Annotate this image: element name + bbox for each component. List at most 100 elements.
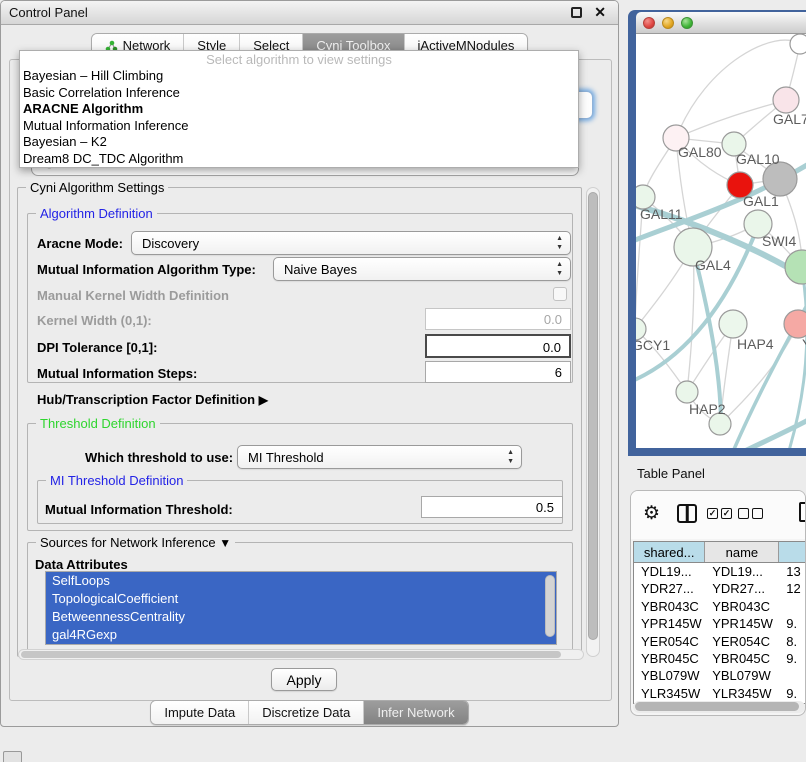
table-row[interactable]: YBL079WYBL079W (634, 667, 806, 684)
table-cell: YBL079W (705, 667, 779, 684)
table-row[interactable]: YLR345WYLR345W9. (634, 685, 806, 702)
list-item-gal4rgexp[interactable]: gal4RGexp (46, 626, 556, 644)
sources-group-title[interactable]: Sources for Network Inference ▼ (36, 535, 235, 550)
table-cell: YDR27... (634, 580, 705, 597)
network-node[interactable] (784, 310, 806, 338)
checked-checkbox-icon[interactable]: ✓ (707, 508, 718, 519)
table-panel-card: ⚙ ✓ ✓ shared... name YDL19...YDL19...13Y… (630, 490, 806, 716)
close-traffic-light-icon[interactable] (643, 17, 655, 29)
node-table: shared... name YDL19...YDL19...13YDR27..… (633, 541, 806, 704)
network-node[interactable] (676, 381, 698, 403)
columns-icon[interactable] (677, 504, 697, 523)
table-row[interactable]: YBR045CYBR045C9. (634, 650, 806, 667)
minimize-traffic-light-icon[interactable] (662, 17, 674, 29)
aracne-mode-combo[interactable]: Discovery ▲▼ (131, 231, 571, 255)
tab-impute-data[interactable]: Impute Data (151, 701, 248, 724)
popup-item-bayesian-k2[interactable]: Bayesian – K2 (20, 134, 578, 151)
table-cell: YLR345W (634, 685, 705, 702)
mi-steps-field[interactable]: 6 (425, 361, 571, 383)
table-cell: YDL19... (634, 563, 705, 580)
table-cell: YBL079W (634, 667, 705, 684)
network-node-label: GAL11 (640, 206, 683, 222)
table-row[interactable]: YBR043CYBR043C (634, 598, 806, 615)
unchecked-checkbox-icon[interactable] (738, 508, 749, 519)
column-header-shared-name[interactable]: shared... (634, 542, 705, 562)
sources-title-text: Sources for Network Inference (40, 535, 216, 550)
control-panel-window: Control Panel ✕ Network Style Sel (0, 0, 619, 727)
minimized-window-icon[interactable] (3, 751, 22, 762)
network-window-titlebar[interactable] (636, 12, 806, 34)
hub-definition-label: Hub/Transcription Factor Definition (37, 392, 255, 407)
network-node[interactable] (790, 34, 806, 54)
list-scrollbar-thumb[interactable] (545, 575, 555, 637)
window-title: Control Panel (9, 5, 88, 20)
popup-item-basic-correlation[interactable]: Basic Correlation Inference (20, 85, 578, 102)
float-window-icon[interactable] (571, 7, 582, 18)
tab-infer-network[interactable]: Infer Network (363, 701, 467, 724)
table-row[interactable]: YPR145WYPR145W9. (634, 615, 806, 632)
network-node-label: GAL80 (678, 144, 722, 160)
network-node[interactable] (763, 162, 797, 196)
mi-threshold-value: 0.5 (536, 500, 554, 515)
network-view-window: GAL7GAL80GAL10GAL1GAL11SWI4GAL4GCY1HAP4Y… (628, 10, 806, 456)
checked-checkbox-icon[interactable]: ✓ (721, 508, 732, 519)
settings-horizontal-scrollbar[interactable] (18, 649, 584, 660)
popup-item-mutual-information[interactable]: Mutual Information Inference (20, 118, 578, 135)
gear-icon[interactable]: ⚙ (643, 502, 660, 525)
network-node[interactable] (719, 310, 747, 338)
kernel-width-field[interactable]: 0.0 (425, 308, 571, 330)
app-root: Control Panel ✕ Network Style Sel (0, 0, 806, 762)
table-cell: YLR345W (705, 685, 779, 702)
dpi-tolerance-label: DPI Tolerance [0,1]: (37, 340, 157, 355)
mi-type-combo[interactable]: Naive Bayes ▲▼ (273, 257, 571, 281)
aracne-mode-value: Discovery (142, 236, 199, 251)
document-icon[interactable] (799, 502, 806, 522)
network-node[interactable] (785, 250, 806, 284)
network-node-label: GAL10 (736, 151, 780, 167)
network-node[interactable] (773, 87, 799, 113)
tab-label: Discretize Data (262, 705, 350, 720)
tab-discretize-data[interactable]: Discretize Data (248, 701, 363, 724)
table-cell: YDL19... (705, 563, 779, 580)
table-row[interactable]: YER054CYER054C8. (634, 633, 806, 650)
popup-item-aracne[interactable]: ARACNE Algorithm (20, 101, 578, 118)
mi-threshold-field[interactable]: 0.5 (421, 496, 563, 518)
table-toolbar: ⚙ ✓ ✓ (631, 491, 805, 539)
algorithm-definition-title: Algorithm Definition (36, 206, 157, 221)
table-cell: YPR145W (634, 615, 705, 632)
zoom-traffic-light-icon[interactable] (681, 17, 693, 29)
apply-button[interactable]: Apply (271, 668, 337, 691)
network-node-label: SWI4 (762, 233, 796, 249)
control-panel-titlebar[interactable]: Control Panel ✕ (1, 1, 618, 25)
combo-arrows-icon: ▲▼ (507, 448, 514, 466)
network-node-label: GAL1 (743, 193, 779, 209)
popup-item-bayesian-hill-climbing[interactable]: Bayesian – Hill Climbing (20, 68, 578, 85)
network-node-label: GAL7 (773, 111, 806, 127)
table-row[interactable]: YDR27...YDR27...12 (634, 580, 806, 597)
list-item-topologicalcoefficient[interactable]: TopologicalCoefficient (46, 590, 556, 608)
column-header-name[interactable]: name (705, 542, 779, 562)
aracne-mode-label: Aracne Mode: (37, 236, 123, 251)
close-icon[interactable]: ✕ (594, 4, 606, 21)
list-item-selfloops[interactable]: SelfLoops (46, 572, 556, 590)
manual-kernel-checkbox[interactable] (553, 287, 567, 301)
column-header-clipped[interactable] (779, 542, 806, 562)
network-node-label: HAP4 (737, 336, 774, 352)
network-canvas[interactable]: GAL7GAL80GAL10GAL1GAL11SWI4GAL4GCY1HAP4Y… (636, 34, 806, 448)
table-cell: YER054C (634, 633, 705, 650)
list-item-betweennesscentrality[interactable]: BetweennessCentrality (46, 608, 556, 626)
settings-vertical-scrollbar[interactable] (586, 187, 600, 657)
table-cell: 9. (779, 650, 806, 667)
dpi-tolerance-field[interactable]: 0.0 (425, 334, 571, 358)
which-threshold-label: Which threshold to use: (85, 450, 233, 465)
table-cell: 13 (779, 563, 806, 580)
which-threshold-combo[interactable]: MI Threshold ▲▼ (237, 445, 522, 469)
popup-item-dream8[interactable]: Dream8 DC_TDC Algorithm (20, 151, 578, 168)
unchecked-checkbox-icon[interactable] (752, 508, 763, 519)
table-horizontal-scrollbar[interactable] (633, 701, 805, 713)
hub-definition-toggle[interactable]: Hub/Transcription Factor Definition ▶ (37, 392, 268, 407)
table-row[interactable]: YDL19...YDL19...13 (634, 563, 806, 580)
settings-hscroll-thumb[interactable] (21, 651, 561, 658)
table-hscroll-thumb[interactable] (635, 702, 799, 711)
settings-vscroll-thumb[interactable] (588, 192, 598, 640)
